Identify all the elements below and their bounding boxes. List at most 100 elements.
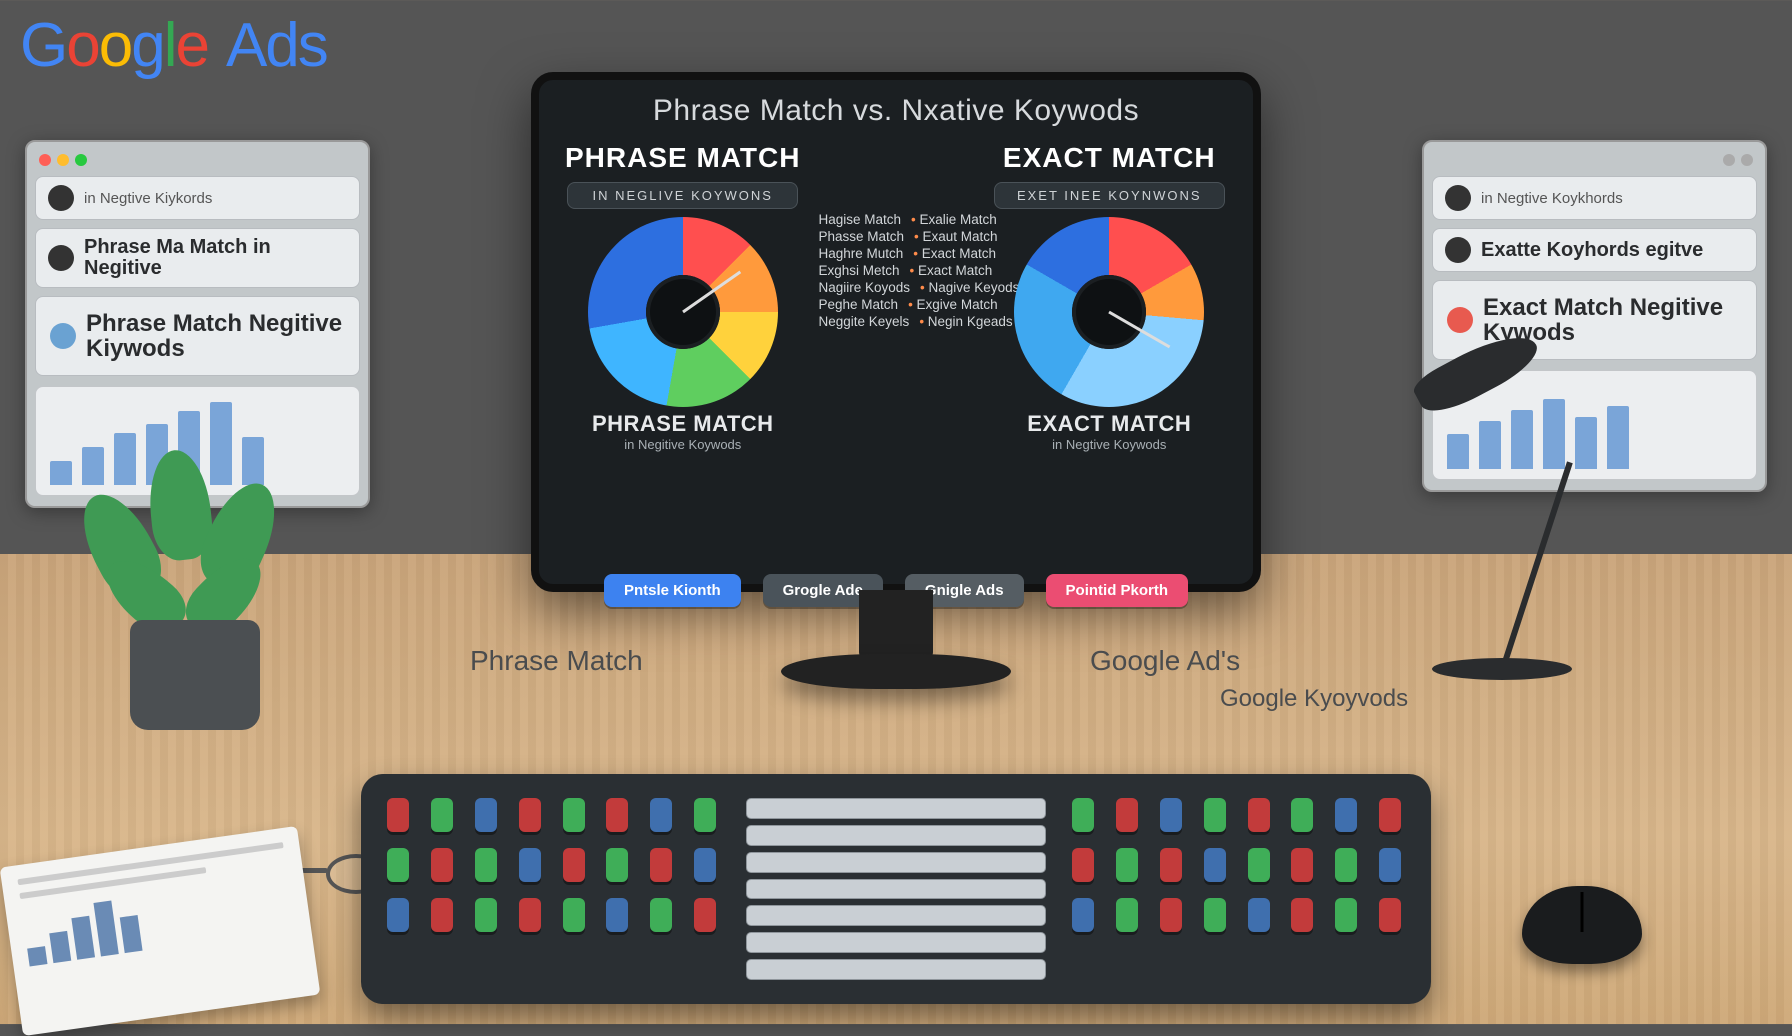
control-board bbox=[361, 774, 1431, 1004]
knob-icon[interactable] bbox=[1248, 848, 1270, 882]
knob-icon[interactable] bbox=[431, 798, 453, 832]
book-bar-chart bbox=[21, 870, 295, 967]
monitor-button-4[interactable]: Pointid Pkorth bbox=[1046, 574, 1189, 607]
left-row-2: Phrase Ma Match in Negitive bbox=[35, 228, 360, 288]
chip-slot[interactable] bbox=[746, 959, 1046, 980]
monitor-screen: Phrase Match vs. Nxative Koywods PHRASE … bbox=[531, 72, 1261, 592]
knob-icon[interactable] bbox=[694, 848, 716, 882]
c-l: Neggite Keyels bbox=[819, 314, 910, 329]
knob-icon[interactable] bbox=[563, 848, 585, 882]
bullet-icon bbox=[1445, 237, 1471, 263]
knob-icon[interactable] bbox=[606, 798, 628, 832]
bullet-icon bbox=[1447, 307, 1473, 333]
knob-icon[interactable] bbox=[1248, 798, 1270, 832]
phrase-gauge bbox=[588, 217, 778, 407]
knob-icon[interactable] bbox=[1379, 798, 1401, 832]
knob-icon[interactable] bbox=[650, 898, 672, 932]
lamp-base-icon bbox=[1432, 658, 1572, 680]
left-panel-titlebar bbox=[35, 152, 360, 176]
knob-icon[interactable] bbox=[1335, 798, 1357, 832]
knob-icon[interactable] bbox=[475, 798, 497, 832]
knob-icon[interactable] bbox=[694, 898, 716, 932]
knob-icon[interactable] bbox=[1072, 798, 1094, 832]
knob-icon[interactable] bbox=[650, 848, 672, 882]
right-panel-titlebar bbox=[1432, 152, 1757, 176]
knob-icon[interactable] bbox=[431, 898, 453, 932]
knob-icon[interactable] bbox=[694, 798, 716, 832]
knob-icon[interactable] bbox=[387, 848, 409, 882]
knob-icon[interactable] bbox=[387, 798, 409, 832]
knob-icon[interactable] bbox=[1335, 848, 1357, 882]
knob-icon[interactable] bbox=[519, 848, 541, 882]
chip-slot[interactable] bbox=[746, 905, 1046, 926]
knob-icon[interactable] bbox=[1204, 848, 1226, 882]
knob-icon[interactable] bbox=[606, 898, 628, 932]
left-row-1: in Negtive Kiykords bbox=[35, 176, 360, 220]
phrase-head: PHRASE MATCH bbox=[557, 136, 809, 180]
knob-icon[interactable] bbox=[1116, 848, 1138, 882]
chip-slot[interactable] bbox=[746, 932, 1046, 953]
c-r: Exact Match bbox=[910, 263, 993, 278]
label-google-ads: Google Ad's bbox=[1090, 645, 1240, 677]
left-row-2-text: Phrase Ma Match in Negitive bbox=[84, 237, 347, 279]
right-row-1: in Negtive Koykhords bbox=[1432, 176, 1757, 220]
c-l: Exghsi Metch bbox=[819, 263, 900, 278]
traffic-light-yellow-icon bbox=[57, 154, 69, 166]
knob-icon[interactable] bbox=[1116, 898, 1138, 932]
exact-match-column: EXACT MATCH EXET INEE KOYNWONS EXACT MAT… bbox=[984, 136, 1236, 566]
knob-icon[interactable] bbox=[1379, 898, 1401, 932]
right-row-2: Exatte Koyhords egitve bbox=[1432, 228, 1757, 272]
knob-icon[interactable] bbox=[475, 898, 497, 932]
exact-head: EXACT MATCH bbox=[984, 136, 1236, 180]
knob-icon[interactable] bbox=[475, 848, 497, 882]
knob-icon[interactable] bbox=[1160, 848, 1182, 882]
knob-group-left bbox=[387, 798, 720, 980]
knob-icon[interactable] bbox=[1248, 898, 1270, 932]
knob-icon[interactable] bbox=[1379, 848, 1401, 882]
monitor-stand bbox=[781, 590, 1011, 710]
knob-icon[interactable] bbox=[519, 898, 541, 932]
traffic-light-green-icon bbox=[75, 154, 87, 166]
knob-icon[interactable] bbox=[431, 848, 453, 882]
desk-lamp bbox=[1392, 350, 1572, 680]
bullet-icon bbox=[1445, 185, 1471, 211]
chip-slot[interactable] bbox=[746, 852, 1046, 873]
knob-icon[interactable] bbox=[1204, 898, 1226, 932]
monitor-button-1[interactable]: Pntsle Kionth bbox=[604, 574, 741, 607]
knob-icon[interactable] bbox=[1072, 848, 1094, 882]
stand-neck-icon bbox=[859, 590, 933, 660]
chip-slot[interactable] bbox=[746, 879, 1046, 900]
knob-icon[interactable] bbox=[1160, 898, 1182, 932]
c-l: Phasse Match bbox=[819, 229, 905, 244]
knob-icon[interactable] bbox=[1335, 898, 1357, 932]
chip-slot[interactable] bbox=[746, 798, 1046, 819]
knob-icon[interactable] bbox=[519, 798, 541, 832]
knob-icon[interactable] bbox=[650, 798, 672, 832]
left-row-3: Phrase Match Negitive Kiywods bbox=[35, 296, 360, 376]
knob-icon[interactable] bbox=[563, 898, 585, 932]
board-center-chips bbox=[746, 798, 1046, 980]
knob-icon[interactable] bbox=[1072, 898, 1094, 932]
phrase-match-column: PHRASE MATCH IN NEGLIVE KOYWONS PHRASE M… bbox=[557, 136, 809, 566]
pot-icon bbox=[130, 620, 260, 730]
knob-icon[interactable] bbox=[1204, 798, 1226, 832]
knob-icon[interactable] bbox=[563, 798, 585, 832]
knob-icon[interactable] bbox=[1160, 798, 1182, 832]
stand-base-icon bbox=[781, 654, 1011, 689]
bar-icon bbox=[1575, 417, 1597, 470]
knob-icon[interactable] bbox=[606, 848, 628, 882]
monitor-title: Phrase Match vs. Nxative Koywods bbox=[557, 94, 1235, 128]
knob-icon[interactable] bbox=[1291, 898, 1313, 932]
c-l: Hagise Match bbox=[819, 212, 902, 227]
google-ads-logo: Google Ads bbox=[20, 10, 327, 81]
knob-icon[interactable] bbox=[1116, 798, 1138, 832]
chip-slot[interactable] bbox=[746, 825, 1046, 846]
phrase-sub: IN NEGLIVE KOYWONS bbox=[567, 182, 798, 209]
exact-sub: EXET INEE KOYNWONS bbox=[994, 182, 1225, 209]
knob-icon[interactable] bbox=[1291, 848, 1313, 882]
label-google-keywords: Google Kyoyvods bbox=[1220, 685, 1408, 713]
knob-icon[interactable] bbox=[387, 898, 409, 932]
c-l: Haghre Mutch bbox=[819, 246, 904, 261]
knob-icon[interactable] bbox=[1291, 798, 1313, 832]
bullet-icon bbox=[48, 245, 74, 271]
